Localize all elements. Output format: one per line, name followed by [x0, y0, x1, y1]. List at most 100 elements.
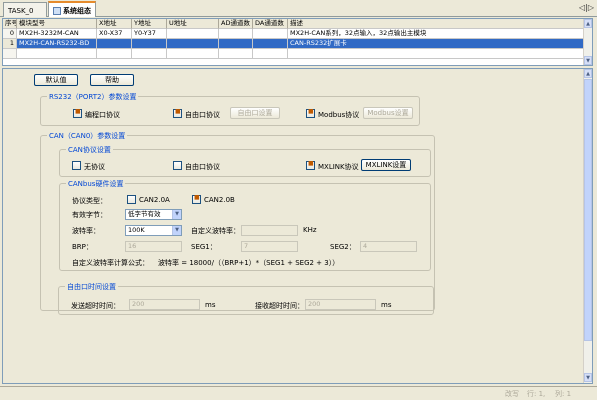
valid-byte-label: 有效字节： [72, 211, 107, 219]
row-desc: MX2H-CAN系列，32点输入，32点输出主模块 [288, 29, 584, 39]
row-da [253, 29, 288, 39]
status-col: 列: 1 [555, 390, 572, 398]
row-ad [219, 29, 253, 39]
can-free-protocol-radio[interactable] [173, 161, 182, 170]
status-mode: 改写 [505, 390, 519, 398]
rs232-group: RS232（PORT2）参数设置 编程口协议 自由口协议 自由口设置 Modbu… [40, 92, 420, 126]
baud-value: 100K [128, 226, 145, 234]
modbus-settings-button[interactable]: Modbus设置 [363, 107, 413, 119]
scroll-down-icon[interactable]: ▼ [584, 373, 592, 382]
row-index: 1 [3, 39, 17, 49]
system-config-icon [53, 7, 61, 15]
baud-select[interactable]: 100K ▼ [125, 225, 182, 236]
can-protocol-title: CAN协议设置 [66, 145, 113, 155]
row-index: 0 [3, 29, 17, 39]
khz-unit: KHz [303, 226, 317, 234]
prog-protocol-label: 编程口协议 [85, 111, 120, 119]
can20b-label: CAN2.0B [204, 196, 235, 204]
status-bar: 改写 行: 1, 列: 1 [0, 386, 597, 400]
seg2-label: SEG2： [330, 243, 356, 251]
tab-system-config[interactable]: 系统组态 [48, 1, 96, 17]
chevron-down-icon: ▼ [172, 210, 181, 219]
tab-nav-arrows[interactable]: ◁|▷ [579, 3, 594, 12]
can20b-radio[interactable] [192, 194, 201, 204]
send-timeout-input[interactable]: 200 [129, 299, 200, 310]
modbus-protocol-radio[interactable] [306, 108, 315, 118]
col-header-model[interactable]: 模块型号 [17, 19, 97, 29]
row-da [253, 39, 288, 49]
rs232-group-title: RS232（PORT2）参数设置 [47, 92, 139, 102]
default-button[interactable]: 默认值 [34, 74, 78, 86]
scroll-down-icon[interactable]: ▼ [584, 56, 592, 65]
scroll-up-icon[interactable]: ▲ [584, 19, 592, 28]
tab-task0[interactable]: TASK_0 [3, 2, 47, 17]
brp-input[interactable]: 16 [125, 241, 182, 252]
col-header-da[interactable]: DA通道数 [253, 19, 288, 29]
row-x: X0-X37 [97, 29, 132, 39]
row-u [167, 39, 219, 49]
row-model: MX2H-CAN-RS232-BD [17, 39, 97, 49]
formula-text: 波特率 = 18000/（（BRP+1）*（SEG1 + SEG2 + 3）） [158, 259, 340, 267]
seg2-input[interactable]: 4 [360, 241, 417, 252]
seg1-label: SEG1： [191, 243, 217, 251]
settings-panel: 默认值 帮助 RS232（PORT2）参数设置 编程口协议 自由口协议 自由口设… [2, 68, 593, 384]
row-ad [219, 39, 253, 49]
col-header-index[interactable]: 序号 [3, 19, 17, 29]
mxlink-settings-button[interactable]: MXLINK设置 [361, 159, 411, 171]
table-row[interactable]: 0 MX2H-3232M-CAN X0-X37 Y0-Y37 MX2H-CAN系… [3, 29, 584, 39]
row-index [3, 49, 17, 59]
free-protocol-label: 自由口协议 [185, 111, 220, 119]
recv-timeout-unit: ms [381, 301, 392, 309]
custom-baud-label: 自定义波特率： [191, 227, 240, 235]
grid-scrollbar[interactable]: ▲ ▼ [583, 19, 592, 65]
grid-header-row: 序号 模块型号 X地址 Y地址 U地址 AD通道数 DA通道数 描述 [3, 19, 584, 29]
row-x [97, 39, 132, 49]
custom-baud-input[interactable] [241, 225, 298, 236]
recv-timeout-label: 接收超时时间： [255, 302, 304, 310]
col-header-x[interactable]: X地址 [97, 19, 132, 29]
formula-label: 自定义波特率计算公式： [72, 259, 149, 267]
free-protocol-radio[interactable] [173, 108, 182, 118]
col-header-ad[interactable]: AD通道数 [219, 19, 253, 29]
valid-byte-select[interactable]: 低字节有效 ▼ [125, 209, 182, 220]
mxlink-protocol-label: MXLINK协议 [318, 163, 359, 171]
table-row-selected[interactable]: 1 MX2H-CAN-RS232-BD CAN-RS232扩展卡 [3, 39, 584, 49]
can20a-radio[interactable] [127, 195, 136, 204]
can20a-label: CAN2.0A [139, 196, 170, 204]
row-y [132, 39, 167, 49]
no-protocol-radio[interactable] [72, 161, 81, 170]
scroll-up-icon[interactable]: ▲ [584, 69, 592, 78]
module-grid: 序号 模块型号 X地址 Y地址 U地址 AD通道数 DA通道数 描述 0 MX2… [2, 18, 593, 66]
row-desc: CAN-RS232扩展卡 [288, 39, 584, 49]
send-timeout-label: 发送超时时间： [71, 302, 120, 310]
help-button[interactable]: 帮助 [90, 74, 134, 86]
seg1-input[interactable]: 7 [241, 241, 298, 252]
mxlink-protocol-radio[interactable] [306, 160, 315, 170]
chevron-down-icon: ▼ [172, 226, 181, 235]
row-y: Y0-Y37 [132, 29, 167, 39]
timeout-group-title: 自由口时间设置 [65, 282, 118, 292]
col-header-u[interactable]: U地址 [167, 19, 219, 29]
no-protocol-label: 无协议 [84, 163, 105, 171]
row-u [167, 29, 219, 39]
can-free-protocol-label: 自由口协议 [185, 163, 220, 171]
brp-label: BRP： [72, 243, 93, 251]
recv-timeout-input[interactable]: 200 [305, 299, 376, 310]
table-row-empty[interactable] [3, 49, 584, 59]
tab-system-config-label: 系统组态 [63, 7, 91, 15]
prog-protocol-radio[interactable] [73, 108, 82, 118]
send-timeout-unit: ms [205, 301, 216, 309]
can-protocol-group: CAN协议设置 无协议 自由口协议 MXLINK协议 MXLINK设置 [59, 145, 431, 177]
free-port-settings-button[interactable]: 自由口设置 [230, 107, 280, 119]
modbus-protocol-label: Modbus协议 [318, 111, 360, 119]
timeout-group: 自由口时间设置 发送超时时间： 200 ms 接收超时时间： 200 ms [58, 282, 434, 315]
canbus-hardware-title: CANbus硬件设置 [66, 179, 126, 189]
status-row: 行: 1, [527, 390, 546, 398]
col-header-desc[interactable]: 描述 [288, 19, 584, 29]
row-model: MX2H-3232M-CAN [17, 29, 97, 39]
baud-label: 波特率： [72, 227, 100, 235]
tab-task0-label: TASK_0 [8, 7, 34, 15]
scroll-thumb[interactable] [584, 79, 592, 341]
col-header-y[interactable]: Y地址 [132, 19, 167, 29]
panel-scrollbar[interactable]: ▲ ▼ [583, 69, 592, 383]
